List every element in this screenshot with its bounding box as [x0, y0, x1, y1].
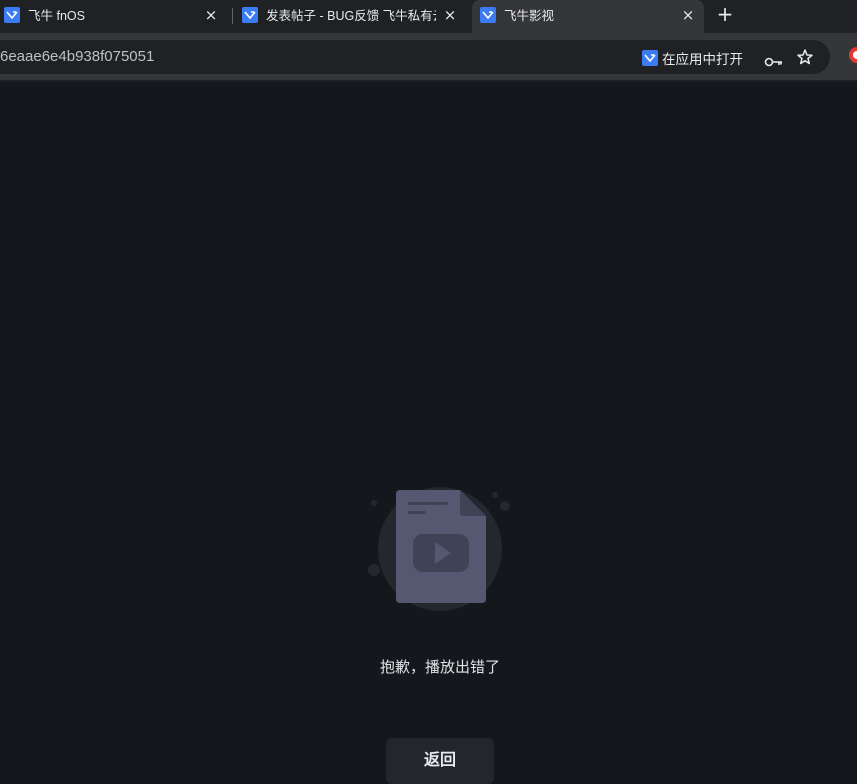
- fnos-favicon-icon: [480, 7, 496, 23]
- back-button[interactable]: 返回: [386, 738, 494, 784]
- address-bar[interactable]: 6eaae6e4b938f075051 在应用中打开: [0, 40, 830, 74]
- tab-title: 飞牛影视: [504, 9, 555, 23]
- broken-video-file-icon: [368, 487, 510, 611]
- bookmark-star-icon[interactable]: [796, 48, 814, 66]
- tab-title: 飞牛 fnOS: [28, 9, 85, 23]
- fnos-favicon-icon: [4, 7, 20, 23]
- extension-icon[interactable]: [848, 46, 857, 64]
- fnos-favicon-icon: [642, 50, 658, 66]
- error-message: 抱歉，播放出错了: [379, 658, 500, 676]
- open-in-app-label: 在应用中打开: [662, 52, 743, 68]
- video-player-page: 抱歉，播放出错了 返回: [0, 82, 857, 784]
- tab-strip: 飞牛 fnOS × 发表帖子 - BUG反馈 飞牛私有云 × 飞牛影视 × +: [0, 0, 857, 33]
- close-icon[interactable]: ×: [442, 7, 458, 23]
- key-icon[interactable]: [764, 55, 784, 69]
- url-text[interactable]: 6eaae6e4b938f075051: [0, 48, 154, 65]
- tab-video-active[interactable]: 飞牛影视 ×: [472, 0, 704, 33]
- close-icon[interactable]: ×: [203, 7, 219, 23]
- close-icon[interactable]: ×: [680, 7, 696, 23]
- tab-fnos[interactable]: 飞牛 fnOS ×: [0, 0, 228, 33]
- browser-toolbar: 6eaae6e4b938f075051 在应用中打开: [0, 33, 857, 80]
- open-in-app-button[interactable]: 在应用中打开: [642, 48, 743, 68]
- tab-separator: [232, 8, 233, 24]
- tab-title: 发表帖子 - BUG反馈 飞牛私有云: [266, 9, 436, 23]
- new-tab-button[interactable]: +: [716, 4, 734, 24]
- tab-bug-report[interactable]: 发表帖子 - BUG反馈 飞牛私有云 ×: [238, 0, 464, 33]
- fnos-favicon-icon: [242, 7, 258, 23]
